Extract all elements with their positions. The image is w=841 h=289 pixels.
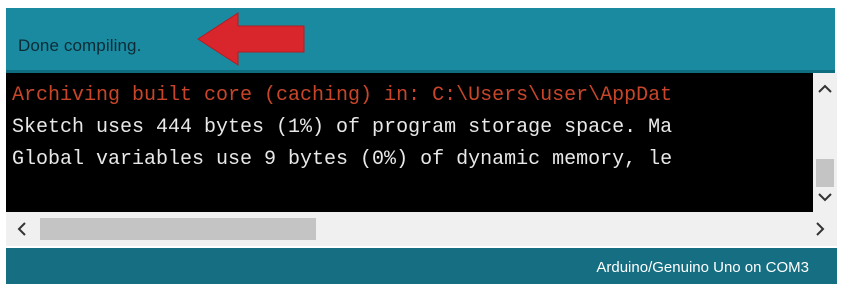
vertical-scrollbar-thumb[interactable]	[816, 159, 834, 187]
vertical-scrollbar[interactable]	[813, 73, 837, 212]
console-line: Sketch uses 444 bytes (1%) of program st…	[12, 116, 673, 139]
chevron-right-icon[interactable]	[806, 212, 834, 246]
left-arrow-icon	[196, 10, 308, 68]
status-message: Done compiling.	[18, 36, 142, 55]
horizontal-scrollbar[interactable]	[6, 212, 837, 246]
chevron-left-icon[interactable]	[8, 212, 36, 246]
console-line: Global variables use 9 bytes (0%) of dyn…	[12, 148, 673, 171]
status-bar: Done compiling.	[6, 8, 835, 73]
horizontal-scrollbar-thumb[interactable]	[40, 218, 316, 240]
board-port-label: Arduino/Genuino Uno on COM3	[596, 259, 809, 276]
chevron-up-icon[interactable]	[813, 77, 837, 101]
board-status-footer: Arduino/Genuino Uno on COM3	[6, 248, 837, 284]
arduino-ide-message-area: Done compiling. Archiving built core (ca…	[0, 0, 841, 289]
console-line: Archiving built core (caching) in: C:\Us…	[12, 84, 673, 107]
console-output[interactable]: Archiving built core (caching) in: C:\Us…	[6, 73, 813, 212]
chevron-down-icon[interactable]	[813, 185, 837, 209]
